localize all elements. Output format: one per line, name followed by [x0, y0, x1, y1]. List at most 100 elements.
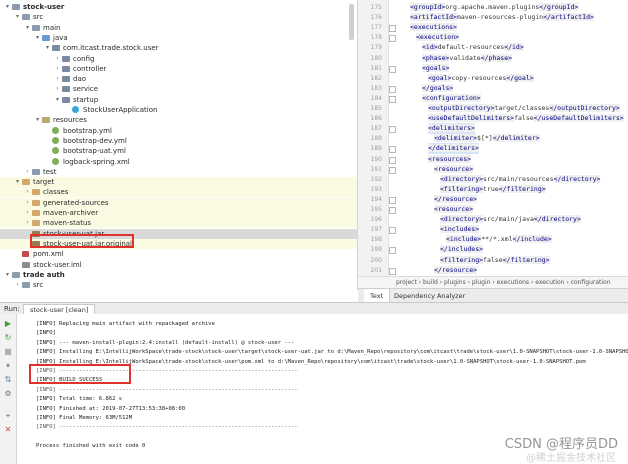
tree-row[interactable]: ▾ src	[0, 12, 357, 22]
tree-scrollbar[interactable]	[349, 4, 354, 40]
tree-row[interactable]: ▾ java	[0, 33, 357, 43]
console-line: [INFO] ---------------------------------…	[36, 386, 298, 393]
restart-icon[interactable]: ↻	[4, 334, 12, 342]
tree-row-label: target	[33, 178, 55, 187]
chevron-right-icon[interactable]: ›	[24, 218, 31, 228]
tree-row[interactable]: ▾ target	[0, 177, 357, 188]
tab-text[interactable]: Text	[364, 289, 391, 303]
xml-text: maven-resources-plugin	[456, 13, 544, 22]
tree-row[interactable]: ▾ resources	[0, 115, 357, 125]
chevron-right-icon[interactable]: ›	[24, 167, 31, 177]
fold-marker-icon[interactable]	[389, 146, 396, 154]
tree-row[interactable]: › service	[0, 84, 357, 94]
chevron-right-icon[interactable]: ›	[14, 280, 21, 290]
fold-marker-icon[interactable]	[389, 25, 396, 33]
console-line: [INFO] ---------------------------------…	[36, 424, 298, 431]
chevron-right-icon[interactable]: ›	[54, 54, 61, 64]
code-line[interactable]: </resource>	[434, 265, 478, 276]
xml-tag: <filtering>	[440, 255, 484, 264]
chevron-right-icon[interactable]: ›	[24, 198, 31, 208]
console-line: [INFO]	[36, 330, 56, 337]
tree-row[interactable]: › maven-archiver	[0, 208, 357, 218]
xml-breadcrumb[interactable]: project › build › plugins › plugin › exe…	[358, 276, 628, 288]
tree-row[interactable]: StockUserApplication	[0, 105, 357, 115]
fold-marker-icon[interactable]	[389, 247, 396, 255]
tab-dependency-analyzer[interactable]: Dependency Analyzer	[388, 289, 471, 303]
yml-icon	[52, 126, 59, 134]
tree-row[interactable]: › maven-status	[0, 218, 357, 229]
fold-marker-icon[interactable]	[389, 196, 396, 204]
pkg-icon	[62, 65, 70, 72]
chevron-right-icon[interactable]: ›	[24, 208, 31, 218]
chevron-down-icon[interactable]: ▾	[54, 95, 61, 105]
tree-row-label: startup	[73, 95, 99, 104]
fold-marker-icon[interactable]	[389, 126, 396, 134]
chevron-down-icon[interactable]: ▾	[14, 177, 21, 187]
tree-row[interactable]: › config	[0, 54, 357, 64]
chevron-right-icon[interactable]: ›	[54, 64, 61, 74]
chevron-right-icon[interactable]: ›	[54, 74, 61, 84]
xml-text: target/classes	[494, 104, 550, 112]
settings-icon[interactable]: ⚙	[4, 390, 12, 398]
console-line: [INFO] Total time: 6.862 s	[36, 396, 123, 403]
tree-row[interactable]: › src	[0, 280, 357, 290]
chevron-down-icon[interactable]: ▾	[44, 43, 51, 53]
tree-row[interactable]: stock-user.iml	[0, 260, 357, 270]
fold-marker-icon[interactable]	[389, 207, 396, 214]
folder-gen-icon	[32, 199, 40, 206]
xml-tag: <resource>	[434, 205, 474, 213]
xml-tag: </includes>	[440, 245, 484, 254]
close-icon[interactable]: ✕	[4, 426, 12, 434]
tree-row[interactable]: bootstrap-dev.yml	[0, 136, 357, 146]
pause-icon[interactable]: ⏸	[4, 362, 12, 370]
fold-marker-icon[interactable]	[389, 227, 396, 235]
tree-row[interactable]: logback-spring.xml	[0, 157, 357, 167]
fold-marker-icon[interactable]	[389, 65, 396, 73]
fold-marker-icon[interactable]	[389, 95, 396, 103]
xml-tag: </directory>	[553, 174, 601, 183]
pom-icon	[22, 251, 29, 258]
tree-row[interactable]: ▾ main	[0, 23, 357, 33]
rerun-icon[interactable]: ▶	[4, 320, 12, 328]
stop-icon[interactable]: ■	[4, 348, 12, 356]
code-editor[interactable]: 175 176 177 178 179 180 181 182 183 184 185 186 187 1…	[358, 0, 628, 288]
chevron-down-icon[interactable]: ▾	[4, 2, 11, 12]
tree-row-label: resources	[53, 116, 87, 125]
console-line: [INFO] Final Memory: 63M/512M	[36, 415, 133, 421]
fold-marker-icon[interactable]	[389, 35, 396, 43]
tree-row[interactable]: › generated-sources	[0, 197, 357, 208]
tree-row[interactable]: › dao	[0, 74, 357, 84]
run-toolbar: ▶ ↻ ■ ⏸ ⇅ ⚙ ⌖ ✕	[0, 314, 17, 464]
yml-icon	[52, 147, 59, 155]
console-line: [INFO] --- maven-install-plugin:2.4:inst…	[36, 339, 295, 346]
tree-row[interactable]: ▾ trade auth	[0, 270, 357, 280]
fold-marker-icon[interactable]	[389, 166, 396, 174]
xml-tag: </filtering>	[498, 184, 546, 193]
chevron-down-icon[interactable]: ▾	[4, 270, 11, 280]
tree-row[interactable]: pom.xml	[0, 249, 357, 259]
chevron-right-icon[interactable]: ›	[24, 187, 31, 197]
chevron-down-icon[interactable]: ▾	[24, 23, 31, 33]
fold-marker-icon[interactable]	[389, 267, 396, 275]
tree-row[interactable]: › controller	[0, 64, 357, 74]
xml-tag: <resource>	[434, 164, 474, 173]
chevron-right-icon[interactable]: ›	[54, 84, 61, 94]
chevron-down-icon[interactable]: ▾	[34, 33, 41, 43]
tree-row[interactable]: › classes	[0, 187, 357, 198]
chevron-down-icon[interactable]: ▾	[14, 12, 21, 22]
chevron-down-icon[interactable]: ▾	[34, 115, 41, 125]
tree-row[interactable]: › test	[0, 167, 357, 177]
xml-text: false	[483, 255, 503, 264]
tree-row[interactable]: bootstrap.yml	[0, 126, 357, 136]
pin-icon[interactable]: ⌖	[4, 412, 12, 420]
fold-marker-icon[interactable]	[389, 85, 396, 93]
tree-row[interactable]: ▾ com.itcast.trade.stock.user	[0, 43, 357, 53]
xml-text: $[*]	[477, 134, 493, 143]
tree-row[interactable]: ▾ startup	[0, 95, 357, 105]
fold-marker-icon[interactable]	[389, 156, 396, 164]
folder-icon	[22, 14, 30, 21]
tree-row[interactable]: bootstrap-uat.yml	[0, 146, 357, 156]
dump-threads-icon[interactable]: ⇅	[4, 376, 12, 384]
tree-row[interactable]: ▾ stock-user	[0, 2, 357, 12]
pkg-icon	[62, 55, 70, 62]
